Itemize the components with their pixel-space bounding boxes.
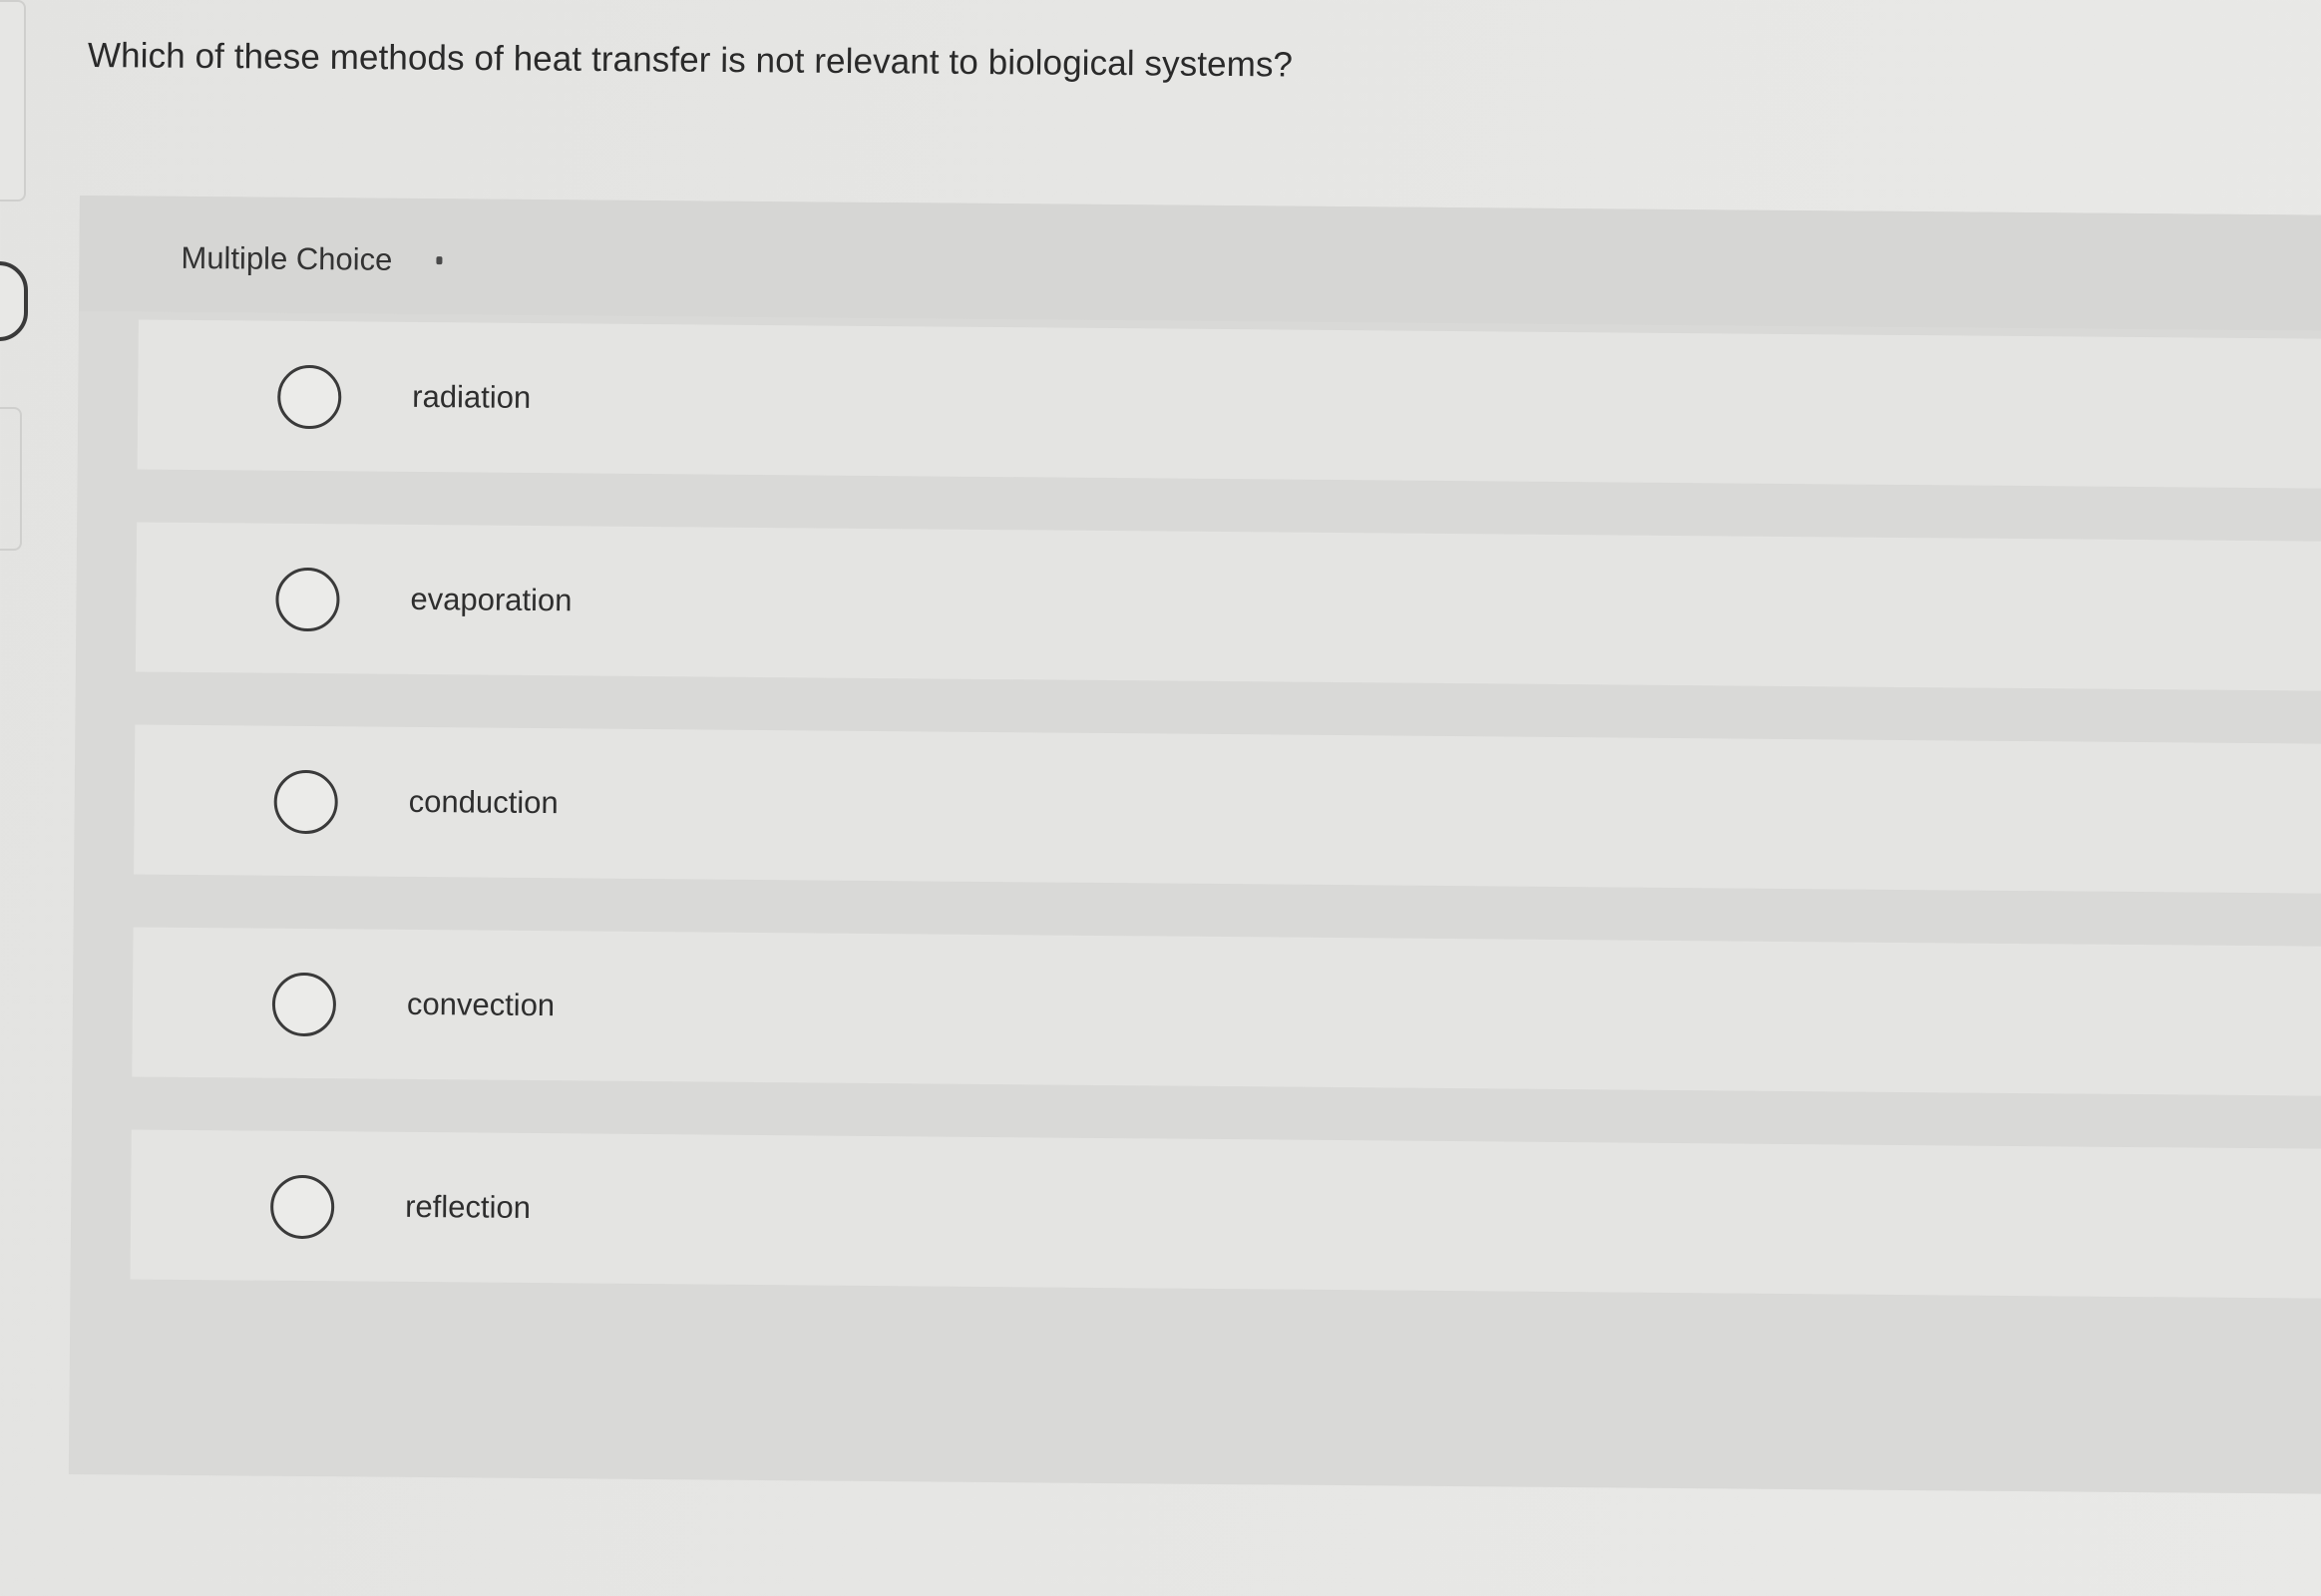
choice-option-conduction[interactable]: conduction — [134, 724, 2321, 894]
header-marker-icon — [436, 256, 443, 265]
left-edge-panel-lower — [0, 407, 22, 551]
choice-option-reflection[interactable]: reflection — [130, 1129, 2321, 1299]
left-edge-panel — [0, 0, 26, 201]
choice-label[interactable]: radiation — [412, 379, 531, 416]
choice-label[interactable]: reflection — [405, 1189, 531, 1226]
choice-option-radiation[interactable]: radiation — [137, 319, 2321, 489]
radio-button[interactable] — [269, 1174, 335, 1240]
side-nav-tab[interactable] — [0, 261, 28, 341]
card-header: Multiple Choice — [78, 196, 2321, 331]
radio-button[interactable] — [271, 972, 337, 1037]
choice-label[interactable]: evaporation — [410, 582, 572, 618]
choice-label[interactable]: convection — [407, 987, 556, 1023]
radio-button[interactable] — [276, 364, 342, 430]
choice-option-convection[interactable]: convection — [132, 927, 2321, 1096]
choice-label[interactable]: conduction — [409, 784, 559, 821]
question-text: Which of these methods of heat transfer … — [87, 36, 1294, 85]
radio-button[interactable] — [273, 769, 338, 835]
question-type-label: Multiple Choice — [181, 239, 393, 277]
multiple-choice-card: Multiple Choice radiation evaporation co… — [68, 196, 2321, 1494]
choice-list: radiation evaporation conduction convect… — [130, 319, 2321, 1352]
choice-option-evaporation[interactable]: evaporation — [135, 522, 2321, 691]
radio-button[interactable] — [275, 567, 340, 632]
